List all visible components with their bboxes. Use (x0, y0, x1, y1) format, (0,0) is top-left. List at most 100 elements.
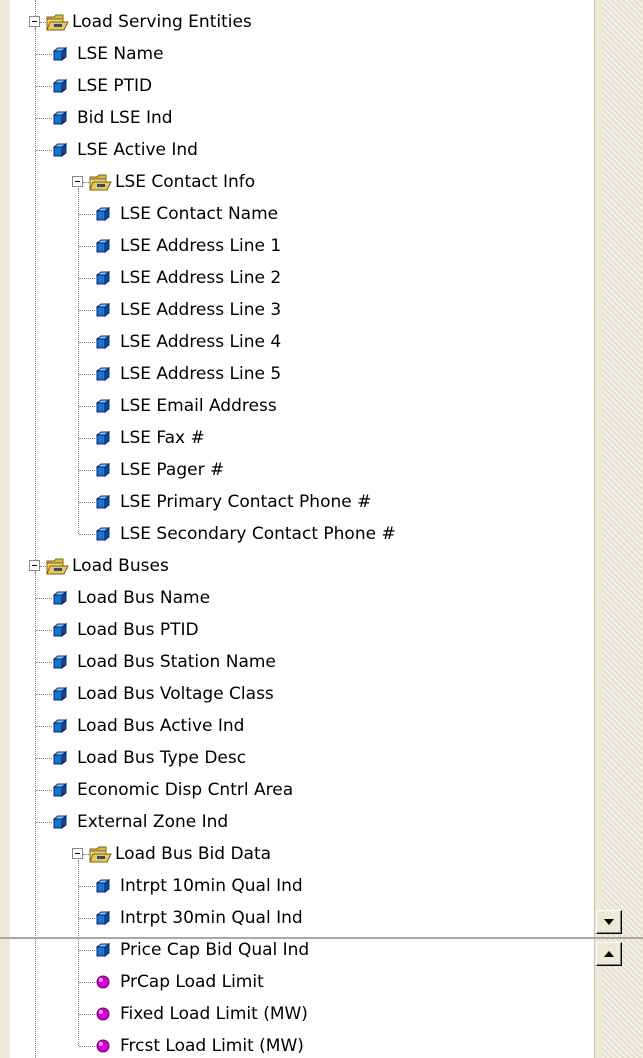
tree-connector-line (36, 118, 52, 119)
tree-node-label: Load Serving Entities (72, 12, 252, 32)
field-cube-icon (53, 751, 67, 765)
tree-connector-line (79, 310, 95, 311)
field-tree[interactable]: Load Serving Entities LSE Name LSE PTID Bid… (10, 0, 593, 1058)
scroll-down-button[interactable] (596, 910, 622, 934)
field-cube-icon (96, 431, 110, 445)
field-cube-icon (53, 655, 67, 669)
folder-open-icon (46, 14, 69, 31)
tree-connector-line (79, 886, 95, 887)
field-cube-icon (96, 495, 110, 509)
tree-connector-line (36, 694, 52, 695)
tree-node-label: LSE Name (77, 44, 164, 64)
field-cube-icon (53, 719, 67, 733)
tree-connector-line (36, 630, 52, 631)
field-cube-icon (53, 815, 67, 829)
scroll-up-arrow-icon (604, 951, 614, 957)
tree-node-label: LSE Contact Name (120, 204, 279, 224)
field-cube-icon (96, 271, 110, 285)
tree-node-label: LSE Address Line 5 (120, 364, 282, 384)
field-cube-icon (53, 79, 67, 93)
tree-connector-line (36, 54, 52, 55)
field-cube-icon (53, 687, 67, 701)
field-cube-icon (53, 623, 67, 637)
tree-connector-line (79, 438, 95, 439)
tree-node-label: LSE Address Line 4 (120, 332, 282, 352)
tree-connector-line (36, 86, 52, 87)
tree-connector-line (79, 950, 95, 951)
tree-connector-line (79, 214, 95, 215)
tree-connector-line (79, 534, 95, 535)
tree-connector-line (79, 278, 95, 279)
measure-ball-icon (96, 1007, 110, 1021)
tree-node-label: Load Bus PTID (77, 620, 199, 640)
collapse-toggle-icon[interactable] (72, 176, 83, 187)
tree-connector-line (79, 374, 95, 375)
scroll-down-arrow-icon (604, 919, 614, 925)
field-cube-icon (96, 335, 110, 349)
tree-connector-line (79, 470, 95, 471)
field-cube-icon (96, 943, 110, 957)
tree-node-label: Load Buses (72, 556, 169, 576)
collapse-toggle-icon[interactable] (72, 848, 83, 859)
tree-node-label: Load Bus Station Name (77, 652, 276, 672)
field-cube-icon (96, 911, 110, 925)
tree-node-label: PrCap Load Limit (120, 972, 264, 992)
tree-connector-line (79, 1014, 95, 1015)
tree-node-label: Intrpt 10min Qual Ind (120, 876, 303, 896)
tree-node-label: Intrpt 30min Qual Ind (120, 908, 303, 928)
tree-node-label: Fixed Load Limit (MW) (120, 1004, 308, 1024)
measure-ball-icon (96, 975, 110, 989)
tree-connector-line (79, 502, 95, 503)
tree-node-label: LSE Fax # (120, 428, 205, 448)
tree-node-label: Load Bus Bid Data (115, 844, 272, 864)
collapse-toggle-icon[interactable] (29, 560, 40, 571)
tree-node-label: LSE Secondary Contact Phone # (120, 524, 396, 544)
tree-connector-line (79, 1046, 95, 1047)
field-cube-icon (96, 303, 110, 317)
tree-node-label: Economic Disp Cntrl Area (77, 780, 294, 800)
field-cube-icon (96, 399, 110, 413)
tree-node-label: Price Cap Bid Qual Ind (120, 940, 310, 960)
field-cube-icon (96, 527, 110, 541)
tree-connector-line (36, 662, 52, 663)
tree-node-label: LSE Active Ind (77, 140, 198, 160)
collapse-toggle-icon[interactable] (29, 16, 40, 27)
field-cube-icon (53, 143, 67, 157)
field-cube-icon (53, 783, 67, 797)
tree-connector-line (36, 822, 52, 823)
tree-connector-line (36, 790, 52, 791)
measure-ball-icon (96, 1039, 110, 1053)
field-cube-icon (96, 463, 110, 477)
tree-connector-line (36, 598, 52, 599)
tree-connector-line (79, 918, 95, 919)
field-cube-icon (96, 879, 110, 893)
tree-connector-line (36, 150, 52, 151)
tree-node-label: LSE Contact Info (115, 172, 256, 192)
tree-node-label: Load Bus Type Desc (77, 748, 247, 768)
tree-node-label: External Zone Ind (77, 812, 229, 832)
folder-open-icon (46, 558, 69, 575)
tree-connector-line (36, 758, 52, 759)
tree-node-label: LSE Address Line 2 (120, 268, 282, 288)
tree-node-label: LSE PTID (77, 76, 153, 96)
field-cube-icon (53, 591, 67, 605)
tree-node-label: Load Bus Voltage Class (77, 684, 274, 704)
scroll-up-button[interactable] (596, 942, 622, 966)
tree-node-label: Load Bus Active Ind (77, 716, 245, 736)
field-cube-icon (96, 239, 110, 253)
tree-node-label: Frcst Load Limit (MW) (120, 1036, 304, 1056)
tree-node-label: Load Bus Name (77, 588, 211, 608)
tree-connector-line (79, 342, 95, 343)
scrollbar-track[interactable] (602, 0, 642, 1058)
tree-node-label: Bid LSE Ind (77, 108, 173, 128)
folder-open-icon (89, 846, 112, 863)
tree-node-label: LSE Pager # (120, 460, 225, 480)
tree-node-label: LSE Address Line 1 (120, 236, 282, 256)
tree-connector-line (79, 406, 95, 407)
field-cube-icon (96, 207, 110, 221)
pane-splitter[interactable] (0, 937, 643, 939)
tree-node-label: LSE Address Line 3 (120, 300, 282, 320)
field-cube-icon (53, 111, 67, 125)
field-cube-icon (96, 367, 110, 381)
tree-connector-line (79, 982, 95, 983)
